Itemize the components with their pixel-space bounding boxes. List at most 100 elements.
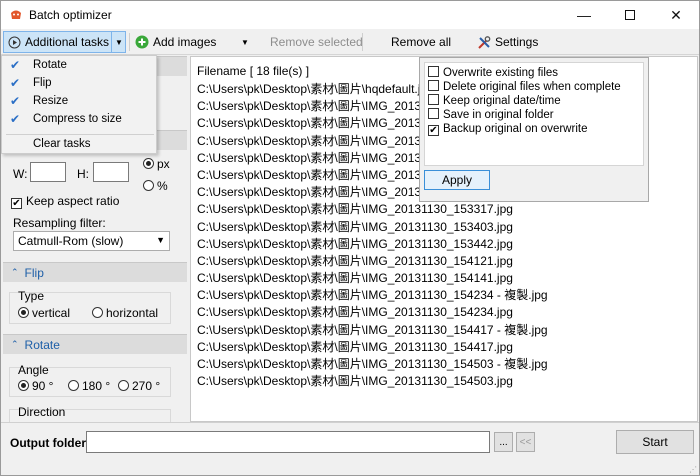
checkmark-icon: ✔	[11, 198, 22, 209]
settings-option-checkbox[interactable]: ✔ Backup original on overwrite	[428, 122, 621, 136]
menu-item-label: Clear tasks	[33, 138, 91, 150]
maximize-button[interactable]	[607, 1, 653, 29]
menu-item-label: Flip	[33, 77, 52, 89]
file-row[interactable]: C:\Users\pk\Desktop\素材\圖片\IMG_20131130_1…	[197, 339, 548, 356]
additional-tasks-label: Additional tasks	[25, 35, 110, 49]
bottom-bar: Output folder: ... << Start ⋰	[1, 422, 699, 475]
resize-grip-icon[interactable]: ⋰	[689, 465, 697, 474]
app-logo-icon	[11, 10, 21, 19]
checkbox-icon	[428, 108, 439, 119]
rotate-90-radio[interactable]: 90 °	[18, 379, 53, 393]
settings-dialog: Overwrite existing files Delete original …	[419, 57, 649, 202]
browse-button[interactable]: ...	[494, 432, 513, 452]
remove-selected-button[interactable]: Remove selected	[270, 31, 363, 53]
maximize-icon	[625, 10, 635, 20]
additional-tasks-button[interactable]: Additional tasks ▼	[3, 31, 126, 53]
file-row[interactable]: C:\Users\pk\Desktop\素材\圖片\IMG_20131130_1…	[197, 287, 548, 304]
menu-item-rotate[interactable]: ✔ Rotate	[2, 56, 156, 74]
file-row[interactable]: C:\Users\pk\Desktop\素材\圖片\IMG_20131130_1…	[197, 356, 548, 373]
rotate-270-label: 270 °	[132, 379, 161, 393]
rotate-180-radio[interactable]: 180 °	[68, 379, 110, 393]
start-button[interactable]: Start	[616, 430, 694, 454]
close-button[interactable]: ✕	[653, 1, 699, 29]
check-icon: ✔	[10, 58, 21, 72]
unit-px-label: px	[157, 157, 170, 171]
resampling-select[interactable]: Catmull-Rom (slow) ▼	[13, 231, 170, 251]
rotate-angle-label: Angle	[18, 363, 49, 377]
radio-indicator	[18, 307, 29, 318]
remove-all-button[interactable]: Remove all	[391, 31, 451, 53]
flip-vertical-label: vertical	[32, 306, 71, 320]
settings-label: Settings	[495, 35, 539, 49]
keep-aspect-checkbox[interactable]: ✔ Keep aspect ratio	[11, 194, 119, 209]
radio-indicator	[18, 380, 29, 391]
collapse-chevron-icon: ⌃	[11, 267, 19, 277]
settings-option-label: Delete original files when complete	[443, 81, 621, 93]
file-row[interactable]: C:\Users\pk\Desktop\素材\圖片\IMG_20131130_1…	[197, 201, 548, 218]
flip-section-header[interactable]: ⌃ Flip	[3, 262, 187, 282]
file-row[interactable]: C:\Users\pk\Desktop\素材\圖片\IMG_20131130_1…	[197, 304, 548, 321]
checkbox-icon	[428, 80, 439, 91]
file-row[interactable]: C:\Users\pk\Desktop\素材\圖片\IMG_20131130_1…	[197, 322, 548, 339]
rotate-title: Rotate	[24, 337, 60, 352]
keep-aspect-label: Keep aspect ratio	[26, 194, 120, 208]
settings-button[interactable]: Settings	[477, 31, 538, 53]
chevron-down-icon: ▼	[156, 235, 165, 245]
menu-item-flip[interactable]: ✔ Flip	[2, 74, 156, 92]
menu-item-resize[interactable]: ✔ Resize	[2, 92, 156, 110]
unit-px-radio[interactable]: px	[143, 157, 170, 171]
file-row[interactable]: C:\Users\pk\Desktop\素材\圖片\IMG_20131130_1…	[197, 236, 548, 253]
output-folder-input[interactable]	[86, 431, 490, 453]
add-images-dropdown-icon[interactable]: ▼	[241, 31, 249, 53]
check-icon: ✔	[10, 76, 21, 90]
radio-indicator	[118, 380, 129, 391]
apply-button[interactable]: Apply	[424, 170, 490, 190]
back-button[interactable]: <<	[516, 432, 535, 452]
menu-item-clear-tasks[interactable]: Clear tasks	[2, 135, 156, 153]
rotate-90-label: 90 °	[32, 379, 54, 393]
width-input[interactable]	[30, 162, 66, 182]
play-circle-icon	[8, 36, 21, 48]
rotate-section-header[interactable]: ⌃ Rotate	[3, 334, 187, 354]
flip-vertical-radio[interactable]: vertical	[18, 306, 70, 320]
minimize-icon: —	[577, 7, 591, 23]
resampling-value: Catmull-Rom (slow)	[18, 234, 124, 248]
settings-option-label: Save in original folder	[443, 109, 554, 121]
settings-option-checkbox[interactable]: Save in original folder	[428, 108, 621, 122]
flip-type-label: Type	[18, 289, 45, 303]
window-title: Batch optimizer	[29, 8, 112, 22]
output-folder-label: Output folder:	[10, 436, 90, 450]
apply-label: Apply	[441, 173, 473, 187]
radio-indicator	[92, 307, 103, 318]
file-row[interactable]: C:\Users\pk\Desktop\素材\圖片\IMG_20131130_1…	[197, 219, 548, 236]
unit-percent-radio[interactable]: %	[143, 179, 168, 193]
radio-indicator	[68, 380, 79, 391]
resampling-label: Resampling filter:	[13, 216, 106, 230]
file-row[interactable]: C:\Users\pk\Desktop\素材\圖片\IMG_20131130_1…	[197, 373, 548, 390]
file-row[interactable]: C:\Users\pk\Desktop\素材\圖片\IMG_20131130_1…	[197, 253, 548, 270]
file-list-header[interactable]: Filename [ 18 file(s) ]	[197, 64, 309, 78]
settings-option-label: Overwrite existing files	[443, 67, 559, 79]
menu-item-label: Resize	[33, 95, 69, 107]
toolbar: Additional tasks ▼ Add images ▼ Remove s…	[1, 29, 699, 55]
check-icon: ✔	[10, 94, 21, 108]
settings-option-checkbox[interactable]: Delete original files when complete	[428, 80, 621, 94]
settings-option-checkbox[interactable]: Overwrite existing files	[428, 66, 621, 80]
additional-tasks-menu: ✔ Rotate ✔ Flip ✔ Resize ✔ Compress to size …	[1, 55, 157, 154]
checkmark-icon: ✔	[428, 125, 439, 136]
radio-indicator	[143, 180, 154, 191]
additional-tasks-dropdown-icon[interactable]: ▼	[111, 31, 126, 53]
settings-option-checkbox[interactable]: Keep original date/time	[428, 94, 621, 108]
flip-horizontal-radio[interactable]: horizontal	[92, 306, 158, 320]
menu-item-compress[interactable]: ✔ Compress to size	[2, 110, 156, 128]
menu-item-label: Compress to size	[33, 113, 122, 125]
height-input[interactable]	[93, 162, 129, 182]
add-images-label: Add images	[153, 35, 217, 49]
menu-item-label: Rotate	[33, 59, 67, 71]
minimize-button[interactable]: —	[561, 1, 607, 29]
unit-percent-label: %	[157, 179, 168, 193]
file-row[interactable]: C:\Users\pk\Desktop\素材\圖片\IMG_20131130_1…	[197, 270, 548, 287]
add-images-button[interactable]: Add images	[135, 31, 216, 53]
rotate-270-radio[interactable]: 270 °	[118, 379, 160, 393]
checkbox-icon	[428, 94, 439, 105]
